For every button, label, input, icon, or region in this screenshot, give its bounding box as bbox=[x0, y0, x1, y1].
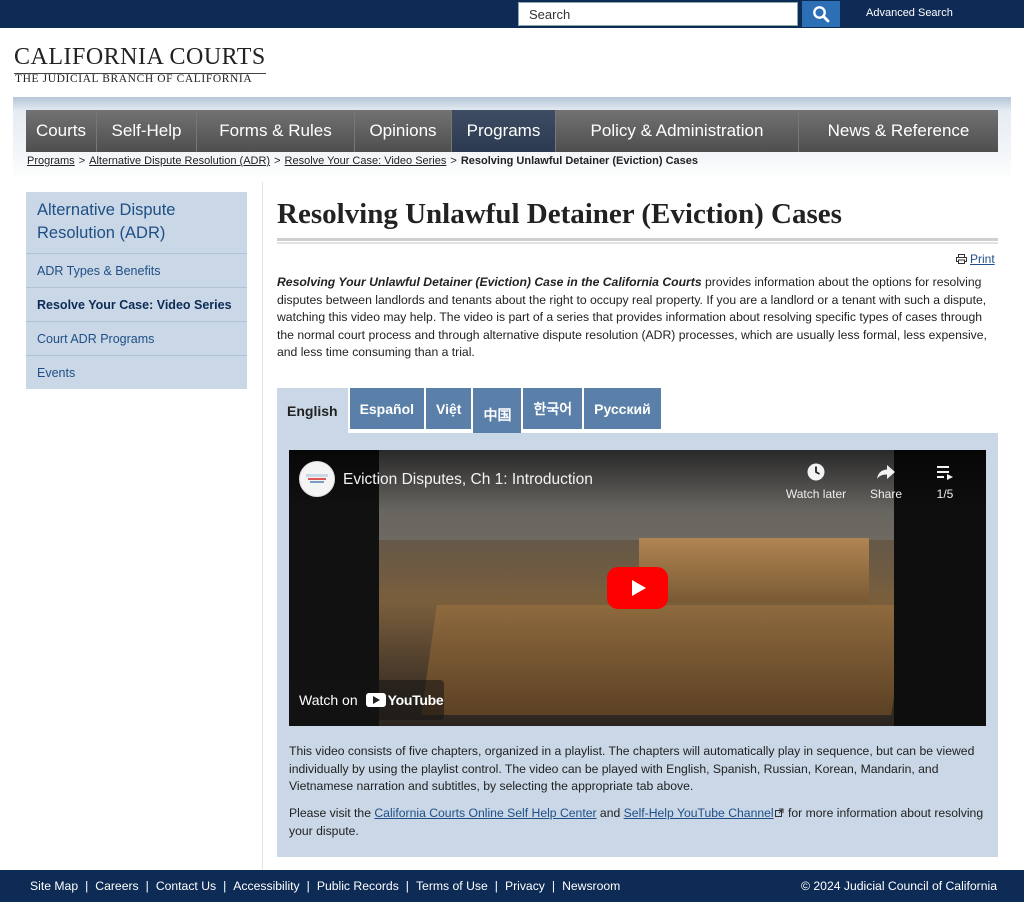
self-help-center-link[interactable]: California Courts Online Self Help Cente… bbox=[374, 806, 596, 820]
footer-link-terms-of-use[interactable]: Terms of Use bbox=[416, 879, 488, 893]
footer-link-contact-us[interactable]: Contact Us bbox=[156, 879, 216, 893]
search-icon bbox=[813, 6, 830, 23]
footer-separator: | bbox=[223, 879, 227, 893]
share-label: Share bbox=[869, 487, 903, 501]
breadcrumb-separator: > bbox=[450, 155, 457, 167]
search-input[interactable] bbox=[518, 2, 798, 26]
youtube-channel-link[interactable]: Self-Help YouTube Channel bbox=[624, 806, 774, 820]
watch-on-label: Watch on bbox=[299, 692, 358, 708]
logo-subtitle: THE JUDICIAL BRANCH OF CALIFORNIA bbox=[15, 73, 253, 85]
sidebar-item-events[interactable]: Events bbox=[26, 356, 247, 389]
search-button[interactable] bbox=[802, 1, 840, 27]
footer-link-accessibility[interactable]: Accessibility bbox=[233, 879, 299, 893]
footer-separator: | bbox=[145, 879, 149, 893]
watch-later-button[interactable]: Watch later bbox=[781, 462, 851, 501]
sidebar-item-video-series[interactable]: Resolve Your Case: Video Series bbox=[26, 288, 247, 322]
footer-separator: | bbox=[405, 879, 409, 893]
footer-separator: | bbox=[494, 879, 498, 893]
tab-chinese[interactable]: 中国 bbox=[473, 388, 522, 434]
video-scene-bench bbox=[639, 538, 869, 602]
intro-paragraph: Resolving Your Unlawful Detainer (Evicti… bbox=[277, 274, 998, 362]
share-icon bbox=[877, 465, 895, 479]
sidebar-heading[interactable]: Alternative Dispute Resolution (ADR) bbox=[26, 192, 247, 254]
sidebar-item-court-adr-programs[interactable]: Court ADR Programs bbox=[26, 322, 247, 356]
video-scene-desk bbox=[421, 605, 907, 715]
breadcrumb-adr[interactable]: Alternative Dispute Resolution (ADR) bbox=[89, 155, 270, 167]
printer-icon bbox=[956, 254, 967, 264]
play-button[interactable] bbox=[607, 567, 668, 609]
breadcrumb-current: Resolving Unlawful Detainer (Eviction) C… bbox=[460, 155, 698, 167]
external-link-icon bbox=[774, 808, 784, 817]
watch-later-label: Watch later bbox=[785, 487, 847, 501]
tab-russian[interactable]: Русский bbox=[584, 388, 661, 429]
nav-item-news-reference[interactable]: News & Reference bbox=[799, 110, 998, 152]
breadcrumb-video-series[interactable]: Resolve Your Case: Video Series bbox=[285, 155, 447, 167]
playlist-icon bbox=[937, 466, 953, 480]
footer-link-site-map[interactable]: Site Map bbox=[30, 879, 78, 893]
footer-link-newsroom[interactable]: Newsroom bbox=[562, 879, 620, 893]
sidebar: Alternative Dispute Resolution (ADR) ADR… bbox=[26, 192, 247, 389]
intro-emphasis: Resolving Your Unlawful Detainer (Evicti… bbox=[277, 275, 702, 289]
youtube-logo: YouTube bbox=[365, 692, 444, 708]
print-label[interactable]: Print bbox=[970, 252, 995, 266]
tab-korean[interactable]: 한국어 bbox=[523, 388, 583, 429]
title-divider bbox=[277, 238, 998, 244]
tab-viet[interactable]: Việt bbox=[426, 388, 472, 429]
nav-item-forms-rules[interactable]: Forms & Rules bbox=[197, 110, 355, 152]
nav-item-programs[interactable]: Programs bbox=[452, 110, 556, 152]
breadcrumb: Programs > Alternative Dispute Resolution … bbox=[27, 155, 698, 167]
tab-english[interactable]: English bbox=[277, 388, 348, 434]
nav-item-self-help[interactable]: Self-Help bbox=[97, 110, 197, 152]
page-title: Resolving Unlawful Detainer (Eviction) C… bbox=[277, 198, 842, 230]
video-description: This video consists of five chapters, or… bbox=[289, 744, 975, 794]
footer-link-public-records[interactable]: Public Records bbox=[317, 879, 399, 893]
footer-separator: | bbox=[85, 879, 89, 893]
play-icon bbox=[631, 580, 646, 596]
nav-item-policy-administration[interactable]: Policy & Administration bbox=[556, 110, 799, 152]
footer-link-privacy[interactable]: Privacy bbox=[505, 879, 545, 893]
print-link[interactable]: Print bbox=[956, 252, 995, 266]
nav-item-courts[interactable]: Courts bbox=[26, 110, 97, 152]
footer-link-careers[interactable]: Careers bbox=[95, 879, 138, 893]
breadcrumb-separator: > bbox=[78, 155, 86, 167]
youtube-play-icon bbox=[365, 693, 386, 707]
channel-avatar[interactable] bbox=[299, 461, 335, 497]
tab-espanol[interactable]: Español bbox=[349, 388, 425, 429]
watch-on-youtube-button[interactable]: Watch on YouTube bbox=[289, 680, 444, 720]
visit-prefix: Please visit the bbox=[289, 806, 375, 820]
breadcrumb-programs[interactable]: Programs bbox=[27, 155, 75, 167]
logo-title[interactable]: CALIFORNIA COURTS bbox=[14, 44, 266, 74]
main-nav: Courts Self-Help Forms & Rules Opinions … bbox=[26, 110, 998, 152]
footer-links: Site Map | Careers | Contact Us | Accessibi… bbox=[30, 879, 620, 893]
youtube-wordmark: YouTube bbox=[387, 692, 444, 708]
clock-icon bbox=[807, 463, 825, 481]
visit-and: and bbox=[596, 806, 624, 820]
video-player[interactable]: Eviction Disputes, Ch 1: Introduction Wa… bbox=[289, 450, 986, 726]
footer-separator: | bbox=[306, 879, 310, 893]
playlist-button[interactable]: 1/5 bbox=[910, 462, 980, 501]
column-divider bbox=[262, 182, 263, 870]
advanced-search-link[interactable]: Advanced Search bbox=[866, 7, 953, 19]
breadcrumb-separator: > bbox=[274, 155, 281, 167]
sidebar-item-adr-types[interactable]: ADR Types & Benefits bbox=[26, 254, 247, 288]
footer-separator: | bbox=[551, 879, 556, 893]
language-tabs: English Español Việt 中国 한국어 Русский bbox=[277, 388, 661, 434]
playlist-count: 1/5 bbox=[936, 487, 954, 501]
footer: Site Map | Careers | Contact Us | Accessibi… bbox=[0, 870, 1024, 902]
video-title[interactable]: Eviction Disputes, Ch 1: Introduction bbox=[343, 471, 593, 489]
copyright: © 2024 Judicial Council of California bbox=[801, 879, 997, 893]
channel-logo-icon bbox=[306, 474, 328, 483]
nav-item-opinions[interactable]: Opinions bbox=[355, 110, 452, 152]
more-info-paragraph: Please visit the California Courts Onlin… bbox=[289, 805, 989, 840]
